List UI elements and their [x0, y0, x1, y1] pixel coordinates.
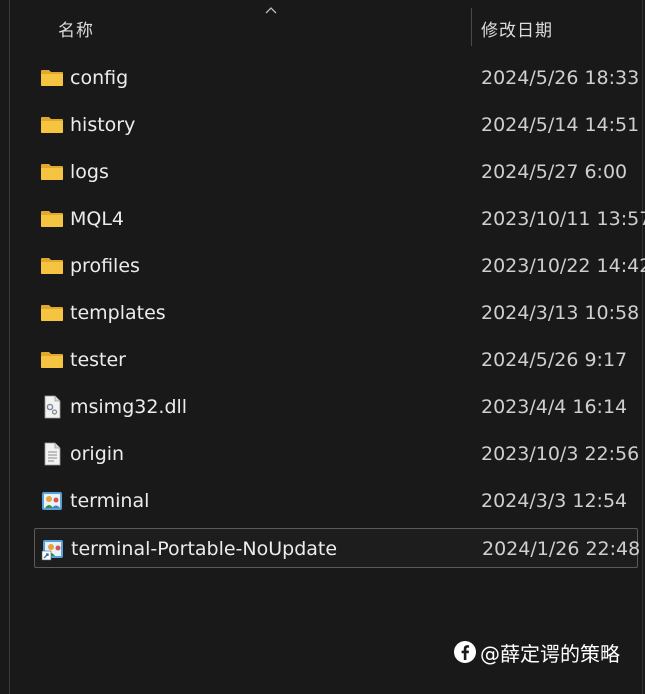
file-row-terminal[interactable]: terminal 2024/3/3 12:54 — [34, 481, 638, 521]
folder-icon-graphic — [41, 305, 63, 321]
file-name: tester — [70, 349, 126, 371]
scrollbar-track[interactable] — [642, 0, 643, 694]
left-divider — [9, 0, 10, 694]
folder-icon — [40, 207, 64, 231]
text-file-icon — [40, 442, 64, 466]
file-date-modified: 2024/5/26 9:17 — [481, 349, 628, 371]
file-row-tester[interactable]: tester 2024/5/26 9:17 — [34, 340, 638, 380]
terminal-app-icon-graphic — [42, 492, 62, 510]
file-row-history[interactable]: history 2024/5/14 14:51 — [34, 105, 640, 145]
dll-file-icon — [40, 395, 64, 419]
file-name: logs — [70, 161, 109, 183]
folder-icon — [40, 160, 64, 184]
folder-icon — [40, 254, 64, 278]
file-date-modified: 2024/3/13 10:58 — [481, 302, 640, 324]
column-separator[interactable] — [471, 8, 472, 46]
folder-icon-graphic — [41, 70, 63, 86]
file-date-modified: 2023/4/4 16:14 — [481, 396, 628, 418]
file-explorer-window: 名称 修改日期 config 2024/5/26 18:33 history 2024… — [0, 0, 645, 694]
file-name: config — [70, 67, 129, 89]
watermark-text: @薛定谔的策略 — [480, 641, 620, 666]
file-row-msimg32-dll[interactable]: msimg32.dll 2023/4/4 16:14 — [34, 387, 638, 427]
shortcut-app-icon — [41, 537, 65, 561]
folder-icon-graphic — [41, 117, 63, 133]
dll-file-icon-graphic — [44, 395, 61, 419]
file-date-modified: 2024/5/27 6:00 — [481, 161, 628, 183]
folder-icon-graphic — [41, 164, 63, 180]
file-name: templates — [70, 302, 166, 324]
file-row-config[interactable]: config 2024/5/26 18:33 — [34, 58, 640, 98]
facebook-icon — [454, 641, 476, 663]
file-name: terminal-Portable-NoUpdate — [71, 538, 338, 560]
file-row-logs[interactable]: logs 2024/5/27 6:00 — [34, 152, 638, 192]
file-date-modified: 2023/10/11 13:57 — [481, 208, 645, 230]
folder-icon-graphic — [41, 258, 63, 274]
folder-icon — [40, 66, 64, 90]
folder-icon-graphic — [41, 211, 63, 227]
column-header-name[interactable]: 名称 — [58, 16, 94, 41]
file-row-templates[interactable]: templates 2024/3/13 10:58 — [34, 293, 640, 333]
column-header-date-modified[interactable]: 修改日期 — [481, 16, 553, 41]
file-name: msimg32.dll — [70, 396, 188, 418]
text-file-icon-graphic — [44, 442, 61, 466]
file-row-profiles[interactable]: profiles 2023/10/22 14:42 — [34, 246, 645, 286]
folder-icon — [40, 301, 64, 325]
file-date-modified: 2024/3/3 12:54 — [481, 490, 628, 512]
folder-icon-graphic — [41, 352, 63, 368]
sort-up-icon[interactable] — [265, 6, 277, 14]
file-name: MQL4 — [70, 208, 125, 230]
terminal-app-icon — [40, 489, 64, 513]
watermark: @薛定谔的策略 — [453, 636, 620, 668]
file-date-modified: 2023/10/22 14:42 — [481, 255, 645, 277]
file-name: history — [70, 114, 136, 136]
file-row-mql4[interactable]: MQL4 2023/10/11 13:57 — [34, 199, 645, 239]
folder-icon — [40, 113, 64, 137]
file-name: profiles — [70, 255, 140, 277]
file-date-modified: 2024/1/26 22:48 — [482, 538, 641, 560]
file-row-origin[interactable]: origin 2023/10/3 22:56 — [34, 434, 640, 474]
file-name: origin — [70, 443, 125, 465]
folder-icon — [40, 348, 64, 372]
file-date-modified: 2024/5/14 14:51 — [481, 114, 640, 136]
file-date-modified: 2024/5/26 18:33 — [481, 67, 640, 89]
file-name: terminal — [70, 490, 150, 512]
shortcut-app-icon-graphic — [41, 540, 63, 561]
file-row-terminal-portable-noupdate[interactable]: terminal-Portable-NoUpdate 2024/1/26 22:4… — [34, 528, 641, 568]
column-header: 名称 修改日期 — [10, 0, 642, 48]
file-date-modified: 2023/10/3 22:56 — [481, 443, 640, 465]
